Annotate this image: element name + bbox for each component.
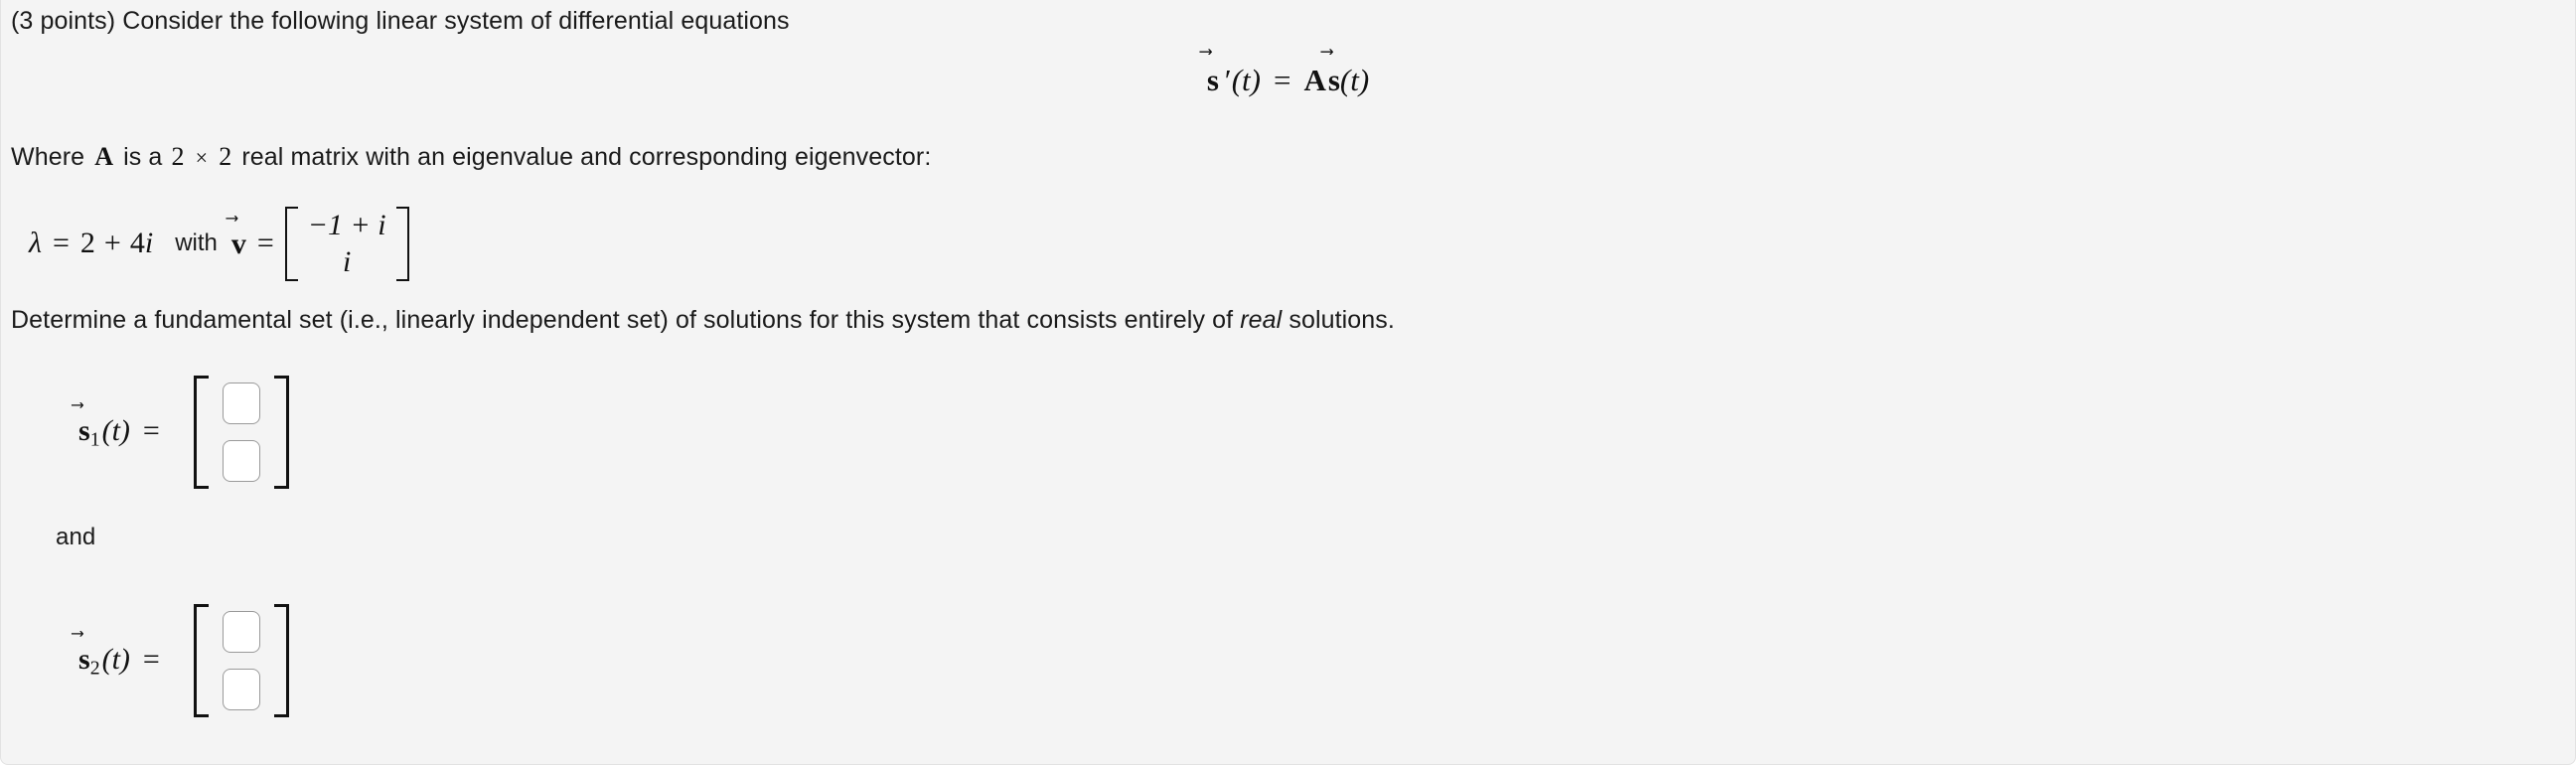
eigenvector-symbol: ⃗v xyxy=(231,227,246,261)
right-bracket-icon xyxy=(273,604,289,717)
question-prompt: (3 points) Consider the following linear… xyxy=(11,7,790,36)
solution-1-row: ⃗s1(t) = xyxy=(78,376,289,489)
solution-1-label: ⃗s1(t) = xyxy=(78,413,160,451)
solution-2-letter: s xyxy=(78,642,90,676)
left-bracket-icon xyxy=(193,604,209,717)
matrix-name-A: A xyxy=(94,142,114,171)
solution-1-vector-symbol: ⃗s xyxy=(78,413,90,448)
solution-2-equals: = xyxy=(142,642,160,676)
equation-rhs-symbol: s xyxy=(1327,62,1340,97)
equation-rhs-argument: (t) xyxy=(1339,62,1370,97)
solution-2-row-2-input[interactable] xyxy=(222,669,260,710)
matrix-description-middle: is a xyxy=(123,143,163,171)
equation-relation: = xyxy=(1273,62,1291,97)
eigenvector-entry-2: i xyxy=(343,245,352,279)
points-label: (3 points) xyxy=(11,7,116,35)
eigen-line: λ = 2 + 4 i with ⃗v = −1 + i i xyxy=(29,207,409,281)
solution-1-letter: s xyxy=(78,413,90,447)
solution-2-fields xyxy=(222,604,260,717)
equation-lhs-symbol: s xyxy=(1206,62,1219,97)
solution-1-subscript: 1 xyxy=(89,428,100,451)
solution-2-row: ⃗s2(t) = xyxy=(78,604,289,717)
prompt-lead-text: Consider the following linear system of … xyxy=(122,7,790,35)
matrix-description-prefix: Where xyxy=(11,143,85,171)
instruction-line: Determine a fundamental set (i.e., linea… xyxy=(11,306,1395,335)
solution-1-fields xyxy=(222,376,260,489)
matrix-description-suffix: real matrix with an eigenvalue and corre… xyxy=(241,143,932,171)
eigenvector-letter: v xyxy=(230,227,246,260)
solution-1-row-2-input[interactable] xyxy=(222,440,260,482)
question-card: (3 points) Consider the following linear… xyxy=(0,0,2576,765)
equation-rhs-vector: ⃗s xyxy=(1328,62,1340,98)
instruction-emphasis-real: real xyxy=(1240,306,1283,334)
right-bracket-icon xyxy=(273,376,289,489)
multiplication-sign-icon: × xyxy=(195,145,209,170)
matrix-dim-cols: 2 xyxy=(219,142,232,171)
solution-2-vector-symbol: ⃗s xyxy=(78,642,90,677)
solution-2-label: ⃗s2(t) = xyxy=(78,642,160,680)
instruction-after-italic: solutions. xyxy=(1282,306,1395,334)
imaginary-unit: i xyxy=(144,227,154,260)
eigen-equals: = xyxy=(53,227,70,260)
solution-1-row-1-input[interactable] xyxy=(222,382,260,424)
lambda-symbol: λ xyxy=(29,227,42,260)
eigenvector-equals: = xyxy=(256,227,274,260)
eigenvalue-plus-sign: + xyxy=(103,227,121,260)
display-equation: ⃗s′(t)=A⃗s(t) xyxy=(1,62,2575,98)
solution-2-argument: (t) xyxy=(101,642,130,676)
equation-matrix-A: A xyxy=(1303,62,1326,97)
and-connector: and xyxy=(56,524,96,550)
solution-2-subscript: 2 xyxy=(89,657,100,680)
equation-lhs-argument: (t) xyxy=(1231,62,1261,97)
eigenvector-entries: −1 + i i xyxy=(301,207,393,281)
eigenvalue-real-part: 2 xyxy=(79,227,95,260)
left-bracket-icon xyxy=(193,376,209,489)
equation-prime: ′ xyxy=(1222,62,1230,97)
solution-1-matrix xyxy=(193,376,289,489)
matrix-description-line: Where A is a 2 × 2 real matrix with an e… xyxy=(11,142,931,172)
eigen-conjunction: with xyxy=(175,230,218,257)
left-bracket-icon xyxy=(284,207,298,281)
equation-lhs-vector: ⃗s xyxy=(1207,62,1219,98)
instruction-before-italic: Determine a fundamental set (i.e., linea… xyxy=(11,306,1241,334)
eigenvector-matrix: −1 + i i xyxy=(284,207,409,281)
right-bracket-icon xyxy=(395,207,409,281)
eigenvector-entry-1: −1 + i xyxy=(307,209,386,241)
solution-2-matrix xyxy=(193,604,289,717)
eigenvalue-imag-coefficient: 4 xyxy=(129,227,145,260)
solution-1-argument: (t) xyxy=(101,413,130,447)
matrix-dim-rows: 2 xyxy=(171,142,185,171)
solution-2-row-1-input[interactable] xyxy=(222,611,260,653)
solution-1-equals: = xyxy=(142,413,160,447)
